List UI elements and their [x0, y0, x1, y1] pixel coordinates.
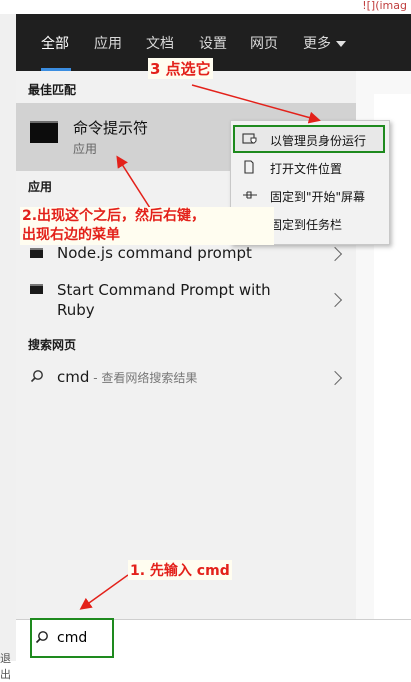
annotation-step-2-line-1: 2.出现这个之后，然后右键， [22, 208, 206, 224]
annotation-step-2-line-2: 出现右边的菜单 [22, 227, 120, 243]
annotation-step-2: 2.出现这个之后，然后右键， 出现右边的菜单 [20, 207, 274, 245]
annotation-step-1: 1. 先输入 cmd [128, 560, 232, 580]
annotation-step-3: 3 点选它 [148, 58, 213, 79]
